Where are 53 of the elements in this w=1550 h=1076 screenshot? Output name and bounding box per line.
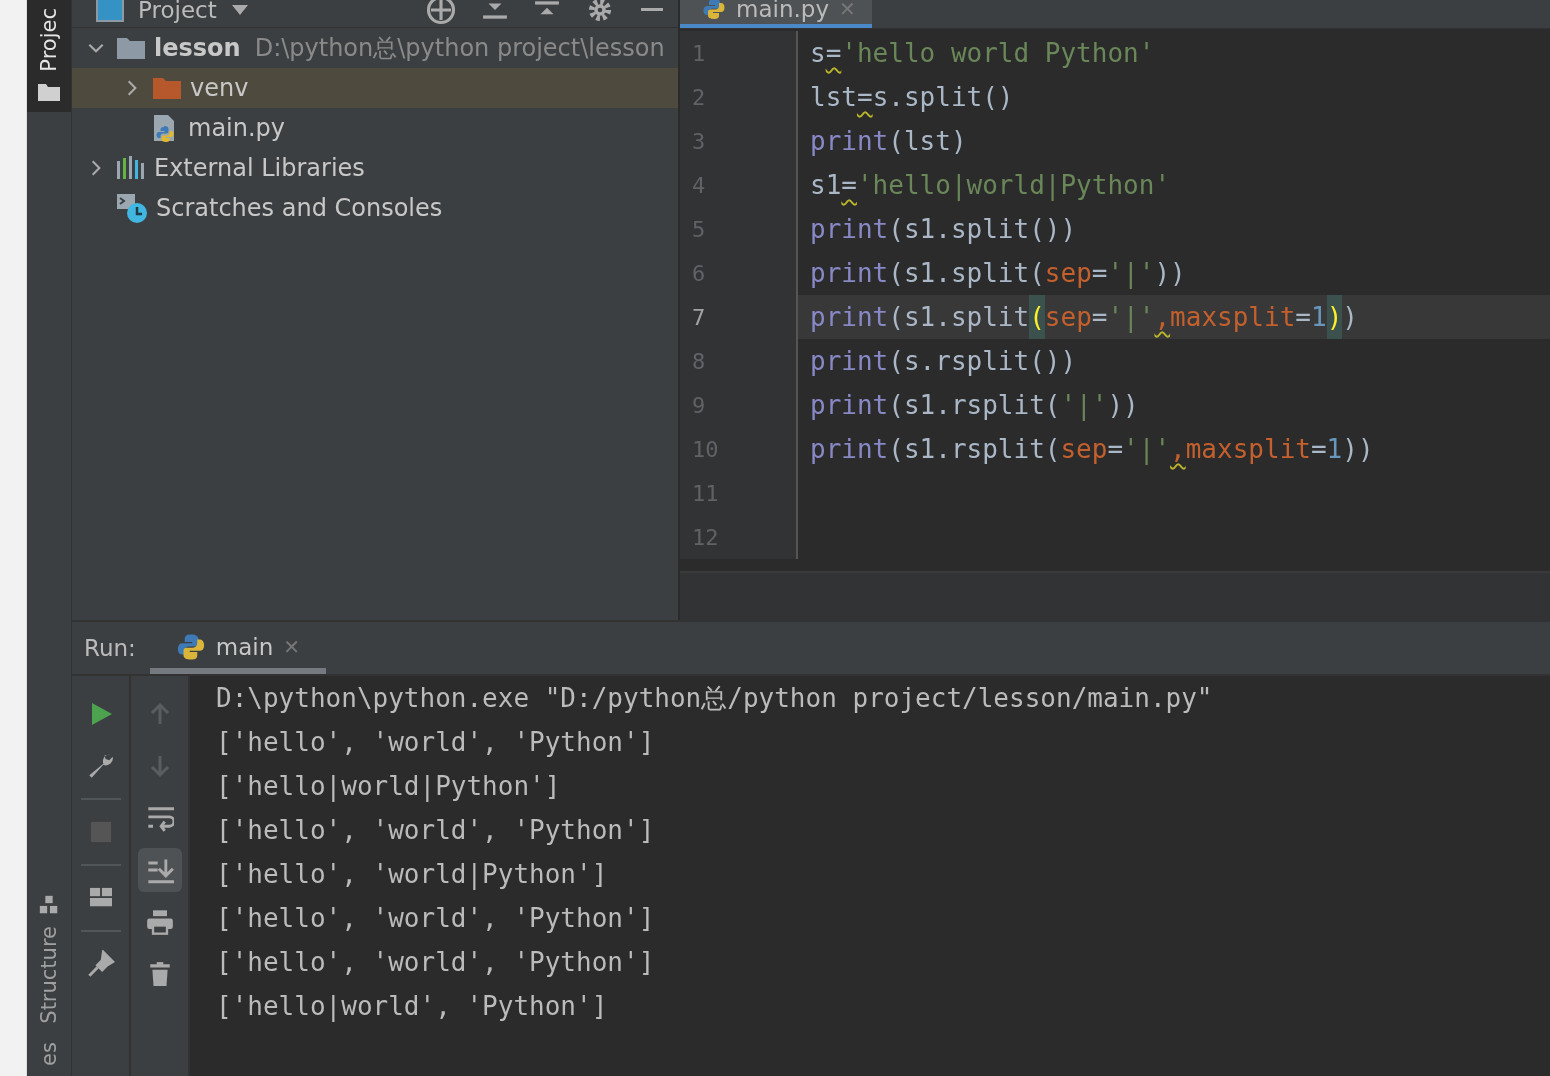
console-line: ['hello', 'world', 'Python']: [216, 726, 656, 759]
pin-icon: [86, 950, 115, 978]
project-icon: [96, 0, 124, 22]
code-line: print(s1.split(sep='|',maxsplit=1)): [810, 295, 1358, 339]
tree-row[interactable]: Scratches and Consoles: [72, 188, 678, 228]
tree-label: main.py: [188, 114, 286, 142]
side-tab[interactable]: Projec: [27, 0, 71, 112]
folder-icon: [152, 75, 182, 101]
editor-tab[interactable]: main.py ✕: [680, 0, 872, 28]
scroll-end-button[interactable]: [137, 848, 182, 892]
python-icon: [702, 0, 726, 21]
run-label: Run:: [84, 635, 136, 661]
code-line: print(s1.split()): [810, 213, 1077, 246]
side-tab[interactable]: es: [27, 1034, 71, 1076]
code-line: print(s1.rsplit('|')): [810, 389, 1139, 423]
tree-label: venv: [190, 74, 249, 102]
console-line: ['hello|world', 'Python']: [216, 990, 609, 1024]
libraries-icon: [116, 155, 146, 181]
stop-icon: [89, 821, 112, 843]
panel-title[interactable]: Project: [138, 0, 217, 23]
print-icon: [145, 908, 174, 936]
tree-row[interactable]: venv: [72, 68, 678, 108]
code-line: print(s1.split(sep='|')): [810, 257, 1186, 291]
code-line: s='hello world Python': [810, 37, 1155, 70]
code-line: s1='hello|world|Python': [810, 169, 1171, 203]
console-line: ['hello', 'world', 'Python']: [216, 902, 656, 935]
python-icon: [175, 632, 206, 662]
scratches-icon: [116, 192, 148, 224]
console-line: ['hello', 'world', 'Python']: [216, 814, 656, 847]
folder-path: D:\python总\python project\lesson: [254, 33, 665, 64]
side-tab[interactable]: Structure: [27, 886, 71, 1035]
tree-row[interactable]: lesson D:\python总\python project\lesson: [72, 28, 678, 68]
code-line: print(s.rsplit()): [810, 345, 1077, 378]
code-line: lst=s.split(): [810, 81, 1014, 114]
console-line: ['hello', 'world', 'Python']: [216, 946, 656, 979]
tree-row[interactable]: External Libraries: [72, 148, 678, 188]
console-line: ['hello|world|Python']: [216, 770, 562, 804]
console-line: D:\python\python.exe "D:/python总/python project/lesson/main.py": [216, 681, 1214, 715]
folder-icon: [37, 81, 61, 102]
soft-wrap-icon: [145, 804, 174, 832]
tree-label: Scratches and Consoles: [156, 194, 443, 222]
tree-label: External Libraries: [154, 154, 365, 182]
console-line: ['hello', 'world|Python']: [216, 858, 609, 892]
caret-icon[interactable]: [230, 2, 249, 17]
folder-icon: [116, 35, 146, 61]
layout-icon: [87, 887, 114, 909]
line-number: 7: [691, 303, 707, 332]
tree-label: lesson: [154, 34, 241, 62]
code-line: print(lst): [810, 125, 967, 158]
tree-row[interactable]: main.py: [72, 108, 678, 148]
crosshair-icon[interactable]: [426, 0, 456, 25]
code-line: print(s1.rsplit(sep='|',maxsplit=1)): [810, 433, 1374, 467]
settings-icon[interactable]: [586, 0, 614, 24]
